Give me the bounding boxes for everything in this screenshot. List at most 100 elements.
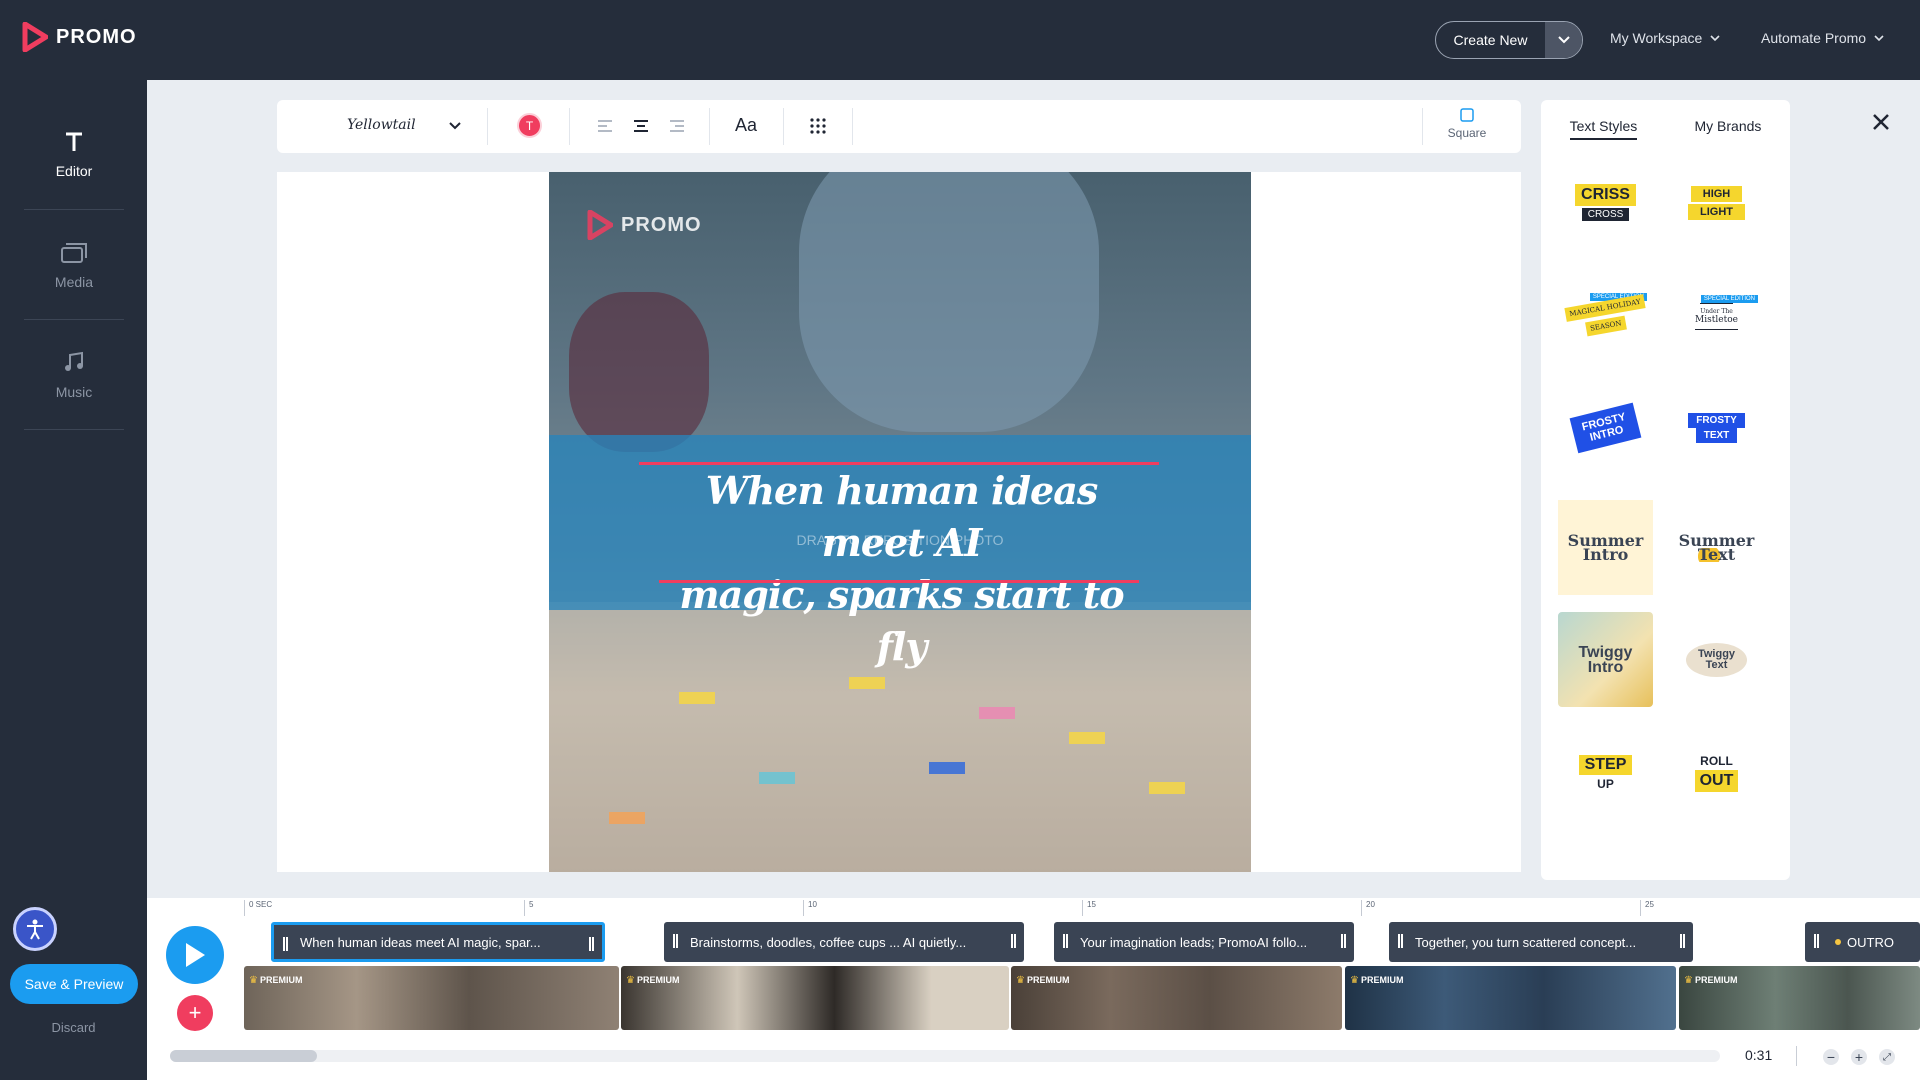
sidebar-item-music[interactable]: Music xyxy=(24,320,124,430)
add-scene-button[interactable]: + xyxy=(177,995,213,1031)
style-subtitle: TEXT xyxy=(1695,427,1738,443)
style-twiggy-text[interactable]: Twiggy Text xyxy=(1669,612,1764,707)
promo-logo-icon xyxy=(22,22,48,52)
accessibility-button[interactable] xyxy=(13,907,57,951)
style-criss-cross[interactable]: CRISS CROSS xyxy=(1558,155,1653,250)
play-icon xyxy=(186,943,205,967)
my-workspace-menu[interactable]: My Workspace xyxy=(1610,30,1720,46)
outro-dot xyxy=(1835,939,1841,945)
style-roll-out[interactable]: ROLL OUT xyxy=(1669,725,1764,820)
automate-promo-menu[interactable]: Automate Promo xyxy=(1761,30,1884,46)
chevron-down-icon[interactable] xyxy=(449,122,461,130)
text-color-button[interactable]: T xyxy=(517,113,542,138)
style-title: Under The xyxy=(1700,303,1733,315)
font-select[interactable]: Yellowtail xyxy=(347,117,416,133)
divider xyxy=(569,108,570,145)
photo-detail xyxy=(569,292,709,452)
drag-handle[interactable] xyxy=(1680,934,1685,948)
text-clip-label: Together, you turn scattered concept... xyxy=(1415,934,1637,950)
aspect-ratio-button[interactable]: Square xyxy=(1437,108,1497,148)
style-subtitle: Intro xyxy=(1587,658,1624,676)
text-clip-label: Brainstorms, doodles, coffee cups ... AI… xyxy=(690,934,967,950)
video-clip[interactable]: ♛ PREMIUM xyxy=(1011,966,1342,1030)
sidebar-item-label: Media xyxy=(54,273,94,290)
sticky-note xyxy=(979,707,1015,719)
timeline-scroll-thumb[interactable] xyxy=(170,1050,317,1062)
create-new-label[interactable]: Create New xyxy=(1436,22,1545,58)
drag-handle[interactable] xyxy=(1011,934,1016,948)
drag-handle[interactable] xyxy=(1063,934,1068,948)
drag-handle[interactable] xyxy=(1814,934,1819,948)
ruler-tick: 15 xyxy=(1082,900,1096,916)
save-preview-button[interactable]: Save & Preview xyxy=(10,964,138,1004)
video-clip[interactable]: ♛ PREMIUM xyxy=(244,966,619,1030)
sidebar-item-editor[interactable]: Editor xyxy=(24,100,124,210)
fit-expand-icon[interactable]: ⤢ xyxy=(1879,1049,1895,1065)
style-mistletoe[interactable]: SPECIAL EDITION Under The Mistletoe xyxy=(1669,265,1764,360)
align-center-icon[interactable] xyxy=(633,119,649,133)
style-frosty-text[interactable]: FROSTY TEXT xyxy=(1669,380,1764,475)
drag-handle[interactable] xyxy=(1341,934,1346,948)
style-title: ROLL xyxy=(1700,753,1733,768)
duration-readout: 0:31 xyxy=(1745,1047,1773,1063)
promo-logo[interactable]: PROMO xyxy=(22,22,137,52)
sidebar-item-media[interactable]: Media xyxy=(24,210,124,320)
premium-badge: PREMIUM xyxy=(260,975,303,985)
style-step-up[interactable]: STEP UP xyxy=(1558,725,1653,820)
tab-my-brands[interactable]: My Brands xyxy=(1694,118,1761,140)
caption-bottom-line xyxy=(659,580,1139,583)
timeline-scrollbar[interactable] xyxy=(170,1050,1720,1062)
my-workspace-label[interactable]: My Workspace xyxy=(1610,30,1702,46)
chevron-down-icon[interactable] xyxy=(1545,22,1582,58)
text-case-button[interactable]: Aa xyxy=(735,115,757,136)
caption-text[interactable]: When human ideas meet AI magic, sparks s… xyxy=(649,465,1154,673)
zoom-out-icon[interactable]: − xyxy=(1823,1049,1839,1065)
style-magical-holiday[interactable]: SPECIAL EDITION MAGICAL HOLIDAY SEASON xyxy=(1558,265,1653,360)
style-title: Twiggy xyxy=(1697,647,1736,660)
text-clip[interactable]: Together, you turn scattered concept... xyxy=(1389,922,1693,962)
background-photo[interactable]: PROMO DRAG TO REPOSITION PHOTO When huma… xyxy=(549,172,1251,872)
style-subtitle: UP xyxy=(1597,776,1614,791)
video-clip[interactable]: ♛ PREMIUM xyxy=(621,966,1009,1030)
style-summer-intro[interactable]: Summer Intro xyxy=(1558,500,1653,595)
zoom-in-icon[interactable]: + xyxy=(1851,1049,1867,1065)
drag-handle[interactable] xyxy=(283,937,288,951)
style-subtitle: CROSS xyxy=(1581,208,1630,221)
style-highlight[interactable]: HIGH LIGHT xyxy=(1669,155,1764,250)
drag-handle[interactable] xyxy=(1398,934,1403,948)
style-summer-text[interactable]: Summer Text xyxy=(1669,500,1764,595)
automate-promo-label[interactable]: Automate Promo xyxy=(1761,30,1866,46)
divider xyxy=(709,108,710,145)
ruler-tick: 0 SEC xyxy=(244,900,272,916)
style-frosty-intro[interactable]: FROSTY INTRO xyxy=(1558,380,1653,475)
style-twiggy-intro[interactable]: Twiggy Intro xyxy=(1558,612,1653,707)
promo-logo-icon xyxy=(587,210,613,240)
align-right-icon[interactable] xyxy=(669,119,685,133)
discard-link[interactable]: Discard xyxy=(0,1020,147,1035)
style-title: FROSTY xyxy=(1688,412,1745,428)
text-clip[interactable]: Your imagination leads; PromoAI follo... xyxy=(1054,922,1354,962)
create-new-button[interactable]: Create New xyxy=(1435,21,1583,59)
outro-clip[interactable]: OUTRO xyxy=(1805,922,1920,962)
grid-dots-icon[interactable] xyxy=(810,118,826,134)
video-clip[interactable]: ♛ PREMIUM xyxy=(1679,966,1920,1030)
tab-text-styles[interactable]: Text Styles xyxy=(1569,118,1638,140)
video-clip[interactable]: ♛ PREMIUM xyxy=(1345,966,1676,1030)
text-clip[interactable]: Brainstorms, doodles, coffee cups ... AI… xyxy=(664,922,1024,962)
text-clip[interactable]: When human ideas meet AI magic, spar... xyxy=(271,922,605,962)
panel-tabs: Text Styles My Brands xyxy=(1541,118,1790,140)
caption-banner[interactable]: DRAG TO REPOSITION PHOTO When human idea… xyxy=(549,435,1251,669)
align-left-icon[interactable] xyxy=(597,119,613,133)
divider xyxy=(1796,1046,1797,1066)
crown-icon: ♛ xyxy=(626,975,635,986)
style-subtitle: Intro xyxy=(1582,544,1629,564)
drag-handle[interactable] xyxy=(673,934,678,948)
play-button[interactable] xyxy=(166,926,224,984)
canvas-logo[interactable]: PROMO xyxy=(587,210,702,240)
close-icon[interactable] xyxy=(1872,106,1890,138)
caption-line: When human ideas meet AI xyxy=(705,468,1098,565)
top-bar: PROMO Create New My Workspace Automate P… xyxy=(0,0,1920,80)
drag-handle[interactable] xyxy=(589,937,594,951)
chevron-down-icon xyxy=(1874,34,1884,41)
crown-icon: ♛ xyxy=(1684,975,1693,986)
